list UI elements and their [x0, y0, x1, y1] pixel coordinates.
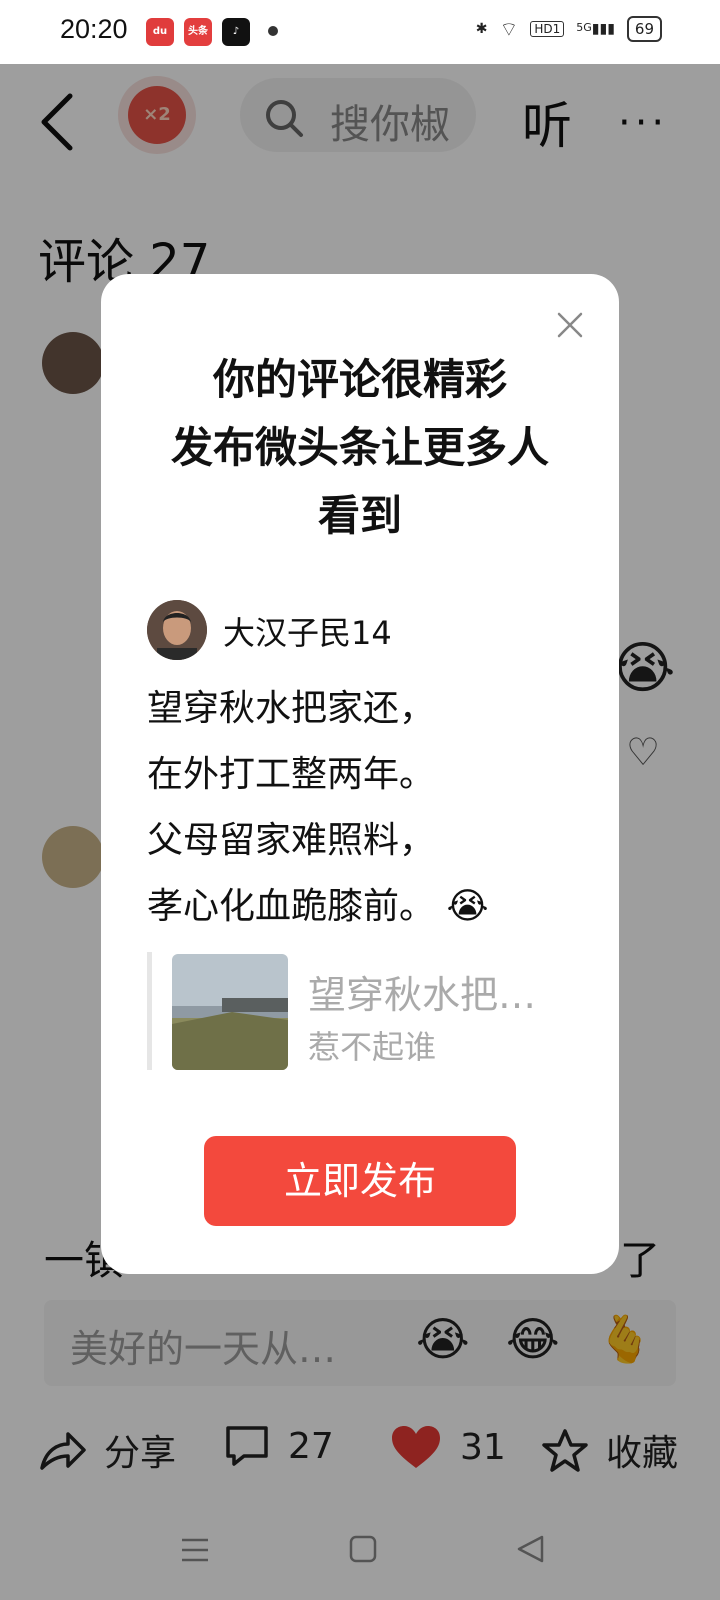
bluetooth-icon: ✱: [475, 21, 488, 37]
status-right: ✱ ⌔ HD1 5G▮▮▮ 69: [476, 16, 662, 42]
status-bar: 20:20 du 头条 ♪ ✱ ⌔ HD1 5G▮▮▮ 69: [0, 0, 720, 64]
article-thumbnail: [172, 954, 288, 1070]
article-author: 惹不起谁: [308, 1028, 437, 1066]
dialog-title: 你的评论很精彩 发布微头条让更多人 看到: [101, 346, 619, 550]
quoted-article[interactable]: 望穿秋水把… 惹不起谁: [147, 952, 572, 1070]
dialog-title-line: 看到: [317, 491, 402, 540]
toutiao-icon: 头条: [184, 18, 212, 46]
close-icon[interactable]: [555, 310, 585, 340]
dialog-title-line: 你的评论很精彩: [212, 355, 507, 404]
crying-emoji: 😭: [446, 886, 489, 927]
avatar-portrait: [147, 600, 207, 660]
publish-dialog: 你的评论很精彩 发布微头条让更多人 看到 大汉子民14 望穿秋水把家还， 在外打…: [101, 274, 619, 1274]
user-avatar: [147, 600, 207, 660]
poem-line: 在外打工整两年。: [147, 754, 436, 795]
article-title: 望穿秋水把…: [308, 973, 537, 1017]
landscape-image: [172, 954, 288, 1070]
status-time: 20:20: [60, 14, 128, 44]
dialog-title-line: 发布微头条让更多人: [170, 423, 549, 472]
poem-line: 望穿秋水把家还，: [147, 688, 436, 729]
tiktok-icon: ♪: [222, 18, 250, 46]
username: 大汉子民14: [223, 614, 392, 652]
poem-line: 父母留家难照料，: [147, 820, 436, 861]
baidu-icon: du: [146, 18, 174, 46]
comment-text: 望穿秋水把家还， 在外打工整两年。 父母留家难照料， 孝心化血跪膝前。 😭: [147, 676, 489, 940]
notification-dot: [268, 26, 278, 36]
poem-line: 孝心化血跪膝前。 😭: [147, 886, 489, 927]
hd-badge: HD1: [530, 21, 565, 37]
wifi-icon: ⌔: [499, 16, 519, 41]
publish-button[interactable]: 立即发布: [204, 1136, 516, 1226]
signal-icon: 5G▮▮▮: [576, 21, 615, 37]
battery-indicator: 69: [626, 16, 662, 42]
